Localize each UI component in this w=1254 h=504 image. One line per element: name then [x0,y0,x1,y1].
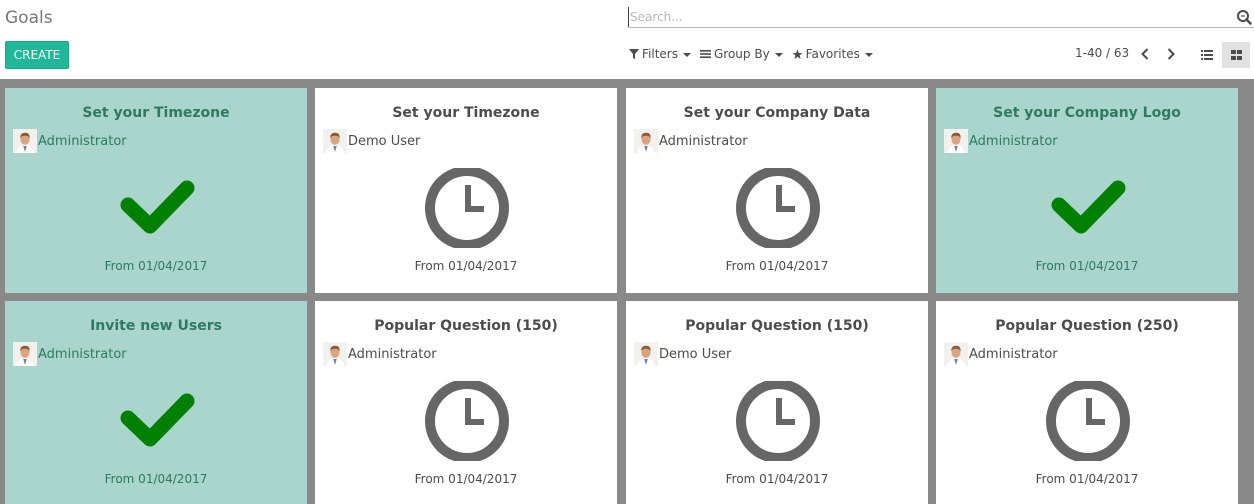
goal-start-date: From 01/04/2017 [104,259,208,273]
avatar [944,129,968,153]
user-name: Demo User [659,346,732,362]
control-panel: Goals CREATE Filters Group By Favorites … [0,0,1254,79]
clock-icon [736,168,820,248]
goal-title: Popular Question (150) [374,318,558,334]
page-title: Goals [5,8,53,28]
star-icon [792,48,803,59]
avatar [634,129,658,153]
caret-down-icon [864,53,873,57]
goal-card[interactable]: Set your Company Data Administrator From… [626,88,928,293]
goal-user: Administrator [944,342,1058,366]
goal-user: Demo User [634,342,731,366]
groupby-dropdown[interactable]: Group By [699,47,783,61]
avatar [944,342,968,366]
avatar [13,342,37,366]
goal-title: Set your Timezone [82,105,230,121]
next-page-button[interactable] [1161,44,1181,64]
goal-card[interactable]: Popular Question (150) Administrator Fro… [315,301,617,504]
filters-label: Filters [642,47,678,61]
goal-title: Set your Timezone [392,105,540,121]
goal-user: Administrator [13,129,127,153]
chevron-left-icon [1141,48,1149,60]
goal-card[interactable]: Popular Question (150) Demo User From 01… [626,301,928,504]
avatar [323,342,347,366]
goal-user: Administrator [323,342,437,366]
clock-icon [425,168,509,248]
kanban-board: Set your Timezone Administrator From 01/… [0,79,1254,504]
goal-start-date: From 01/04/2017 [1035,259,1139,273]
favorites-dropdown[interactable]: Favorites [792,47,873,61]
checkmark-icon [120,180,195,234]
clock-icon [736,381,820,461]
clock-icon [425,381,509,461]
user-name: Administrator [969,133,1058,149]
goal-title: Popular Question (150) [685,318,869,334]
goal-start-date: From 01/04/2017 [414,472,518,486]
goal-card[interactable]: Invite new Users Administrator From 01/0… [5,301,307,504]
goal-card[interactable]: Set your Timezone Administrator From 01/… [5,88,307,293]
user-name: Demo User [348,133,421,149]
list-view-button[interactable] [1193,42,1221,68]
pager-value[interactable]: 1-40 / 63 [1075,46,1129,60]
previous-page-button[interactable] [1135,44,1155,64]
goal-start-date: From 01/04/2017 [414,259,518,273]
search-icon[interactable] [1236,9,1252,25]
goal-title: Set your Company Logo [993,105,1181,121]
chevron-right-icon [1167,48,1175,60]
filter-icon [629,49,639,59]
goal-card[interactable]: Set your Timezone Demo User From 01/04/2… [315,88,617,293]
goal-start-date: From 01/04/2017 [104,472,208,486]
search-options: Filters Group By Favorites [629,47,873,61]
user-name: Administrator [38,346,127,362]
goal-user: Administrator [634,129,748,153]
goal-title: Popular Question (250) [995,318,1179,334]
avatar [323,129,347,153]
kanban-view-button[interactable] [1222,42,1250,68]
clock-icon [1046,381,1130,461]
avatar [634,342,658,366]
goal-start-date: From 01/04/2017 [1035,472,1139,486]
groupby-label: Group By [713,47,770,61]
goal-card[interactable]: Set your Company Logo Administrator From… [936,88,1238,293]
favorites-label: Favorites [805,47,860,61]
search-bar [628,6,1254,28]
create-button[interactable]: CREATE [5,41,69,69]
user-name: Administrator [659,133,748,149]
avatar [13,129,37,153]
user-name: Administrator [38,133,127,149]
search-input[interactable] [628,7,1228,27]
user-name: Administrator [969,346,1058,362]
kanban-icon [1230,50,1242,60]
goal-user: Administrator [13,342,127,366]
goal-user: Administrator [944,129,1058,153]
checkmark-icon [120,393,195,447]
goal-title: Invite new Users [90,318,222,334]
list-icon [1201,50,1213,60]
goal-title: Set your Company Data [683,105,871,121]
caret-down-icon [774,53,783,57]
bars-icon [699,50,711,58]
user-name: Administrator [348,346,437,362]
caret-down-icon [682,53,691,57]
goal-start-date: From 01/04/2017 [725,259,829,273]
goal-start-date: From 01/04/2017 [725,472,829,486]
goal-card[interactable]: Popular Question (250) Administrator Fro… [936,301,1238,504]
checkmark-icon [1051,180,1126,234]
goal-user: Demo User [323,129,420,153]
filters-dropdown[interactable]: Filters [629,47,691,61]
